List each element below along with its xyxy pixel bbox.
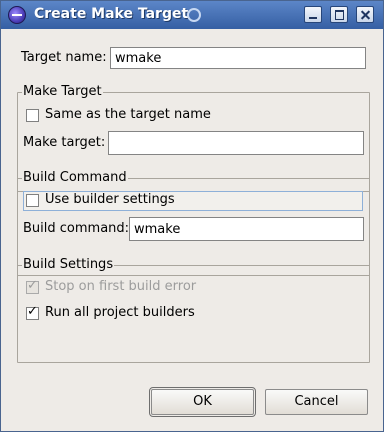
same-as-target-name-label[interactable]: Same as the target name bbox=[45, 107, 211, 122]
build-command-input[interactable] bbox=[129, 217, 364, 241]
build-settings-legend: Build Settings bbox=[22, 257, 115, 272]
target-name-input[interactable] bbox=[110, 47, 366, 69]
same-as-target-name-checkbox[interactable] bbox=[26, 109, 39, 122]
stop-on-first-error-label: Stop on first build error bbox=[45, 279, 197, 294]
target-name-label: Target name: bbox=[21, 50, 107, 65]
maximize-button[interactable] bbox=[330, 6, 348, 23]
ok-button[interactable]: OK bbox=[149, 387, 256, 417]
cancel-button[interactable]: Cancel bbox=[265, 389, 368, 415]
build-command-legend: Build Command bbox=[22, 170, 128, 185]
make-target-input[interactable] bbox=[108, 131, 364, 155]
use-builder-settings-label[interactable]: Use builder settings bbox=[45, 192, 175, 207]
stop-on-first-error-checkbox[interactable] bbox=[26, 278, 39, 294]
build-command-label: Build command: bbox=[23, 221, 130, 236]
use-builder-settings-checkbox[interactable] bbox=[26, 194, 39, 207]
eclipse-app-icon bbox=[8, 6, 26, 24]
close-button[interactable] bbox=[356, 6, 374, 23]
make-target-label: Make target: bbox=[23, 135, 106, 150]
suse-logo-icon bbox=[187, 8, 201, 22]
window-title: Create Make Target bbox=[34, 6, 189, 22]
make-target-legend: Make Target bbox=[22, 84, 103, 99]
create-make-target-dialog: Create Make Target Target name: Make Tar… bbox=[0, 0, 384, 432]
minimize-button[interactable] bbox=[304, 6, 322, 23]
title-bar[interactable]: Create Make Target bbox=[1, 1, 383, 29]
dialog-content: Target name: Make Target Same as the tar… bbox=[1, 29, 383, 431]
run-all-builders-label[interactable]: Run all project builders bbox=[45, 305, 195, 320]
run-all-builders-checkbox[interactable] bbox=[26, 304, 39, 320]
